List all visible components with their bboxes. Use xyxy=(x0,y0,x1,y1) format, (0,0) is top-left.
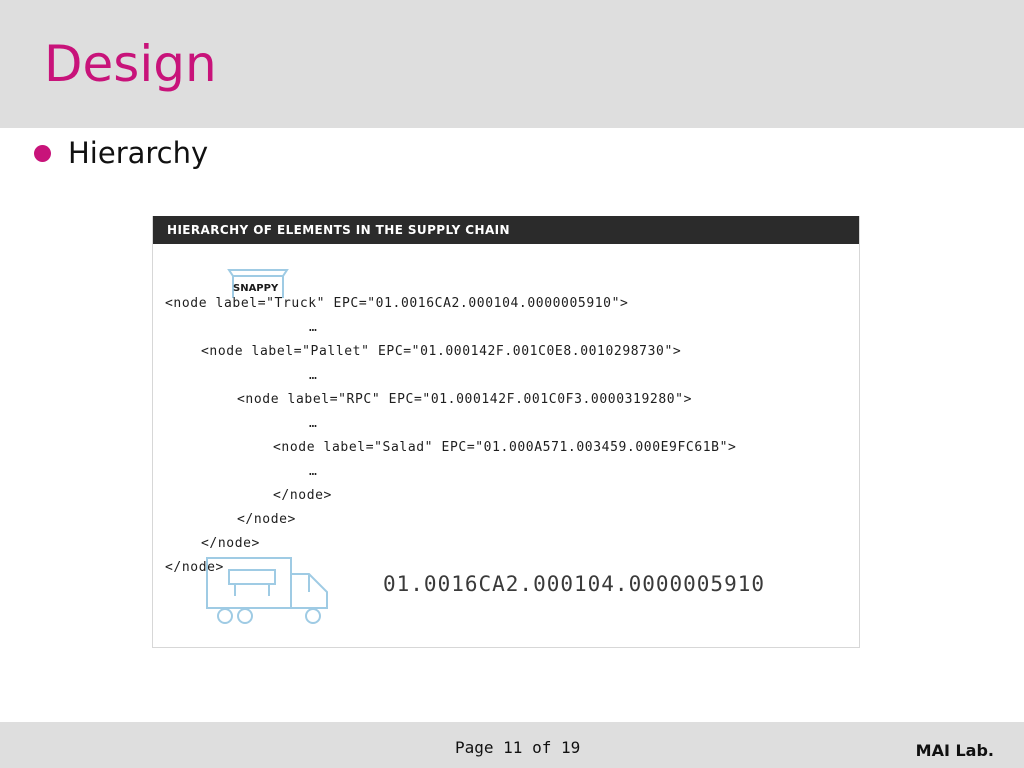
code-line: </node> xyxy=(237,512,296,527)
code-line: <node label="Salad" EPC="01.000A571.0034… xyxy=(273,440,737,455)
code-line: <node label="RPC" EPC="01.000142F.001C0F… xyxy=(237,392,693,407)
code-ellipsis: … xyxy=(309,416,318,431)
code-line: </node> xyxy=(165,560,224,575)
code-ellipsis: … xyxy=(309,368,318,383)
bullet-dot-icon xyxy=(34,144,51,162)
truck-illustration-icon xyxy=(206,557,328,624)
bullet-text: Hierarchy xyxy=(68,136,209,170)
code-line: </node> xyxy=(201,536,260,551)
code-ellipsis: … xyxy=(309,464,318,479)
page-number: Page 11 of 19 xyxy=(455,738,581,757)
epc-number: 01.0016CA2.000104.0000005910 xyxy=(383,572,766,596)
lab-name: MAI Lab. xyxy=(915,741,994,760)
bullet-item: Hierarchy xyxy=(34,136,208,170)
pallet-label: SNAPPY xyxy=(233,283,279,294)
code-ellipsis: … xyxy=(309,320,318,335)
code-line: </node> xyxy=(273,488,332,503)
hierarchy-figure: HIERARCHY OF ELEMENTS IN THE SUPPLY CHAI… xyxy=(152,216,860,648)
code-line: <node label="Truck" EPC="01.0016CA2.0001… xyxy=(165,296,629,311)
figure-header: HIERARCHY OF ELEMENTS IN THE SUPPLY CHAI… xyxy=(153,216,859,244)
slide-title: Design xyxy=(44,35,217,93)
code-line: <node label="Pallet" EPC="01.000142F.001… xyxy=(201,344,682,359)
